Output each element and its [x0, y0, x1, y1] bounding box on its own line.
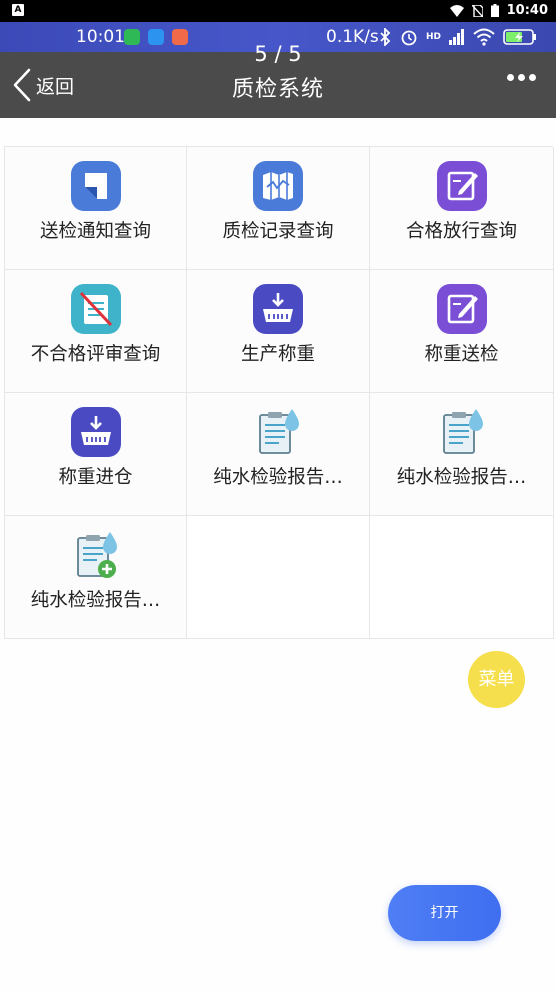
- grid-item-weighing-warehousing[interactable]: 称重进仓: [5, 393, 187, 516]
- clipboard-water-icon: [259, 409, 299, 454]
- grid-item-label: 称重进仓: [58, 467, 133, 488]
- grid-empty-cell: [187, 516, 370, 639]
- grid-item-pure-water-report-add[interactable]: 纯水检验报告…: [5, 516, 187, 639]
- grid-item-pure-water-report-1[interactable]: 纯水检验报告…: [187, 393, 370, 516]
- hd-signal-label: HD: [426, 32, 442, 42]
- grid-item-label: 称重送检: [424, 344, 499, 365]
- grid-item-label: 送检通知查询: [39, 221, 151, 242]
- clipboard-water-icon: [442, 409, 483, 454]
- menu-fab-button[interactable]: 菜单: [468, 651, 525, 708]
- page-title: 质检系统: [231, 77, 324, 102]
- map-icon: [253, 161, 303, 211]
- grid-item-nonconformity-review-query[interactable]: 不合格评审查询: [5, 270, 187, 393]
- os-status-bar: A 10:40: [0, 0, 556, 22]
- scale-download-icon: [253, 284, 303, 334]
- function-grid: 送检通知查询 质检记录查询 合格放行查询 不合格评审查询 生产称重 称重送检 称…: [4, 146, 554, 639]
- grid-item-label: 纯水检验报告…: [396, 467, 527, 488]
- grid-empty-cell: [370, 516, 554, 639]
- os-status-icons: 10:40: [449, 3, 548, 18]
- app-notification-icon: A: [12, 4, 24, 16]
- grid-item-release-query[interactable]: 合格放行查询: [370, 147, 554, 270]
- no-sim-icon: [471, 4, 483, 17]
- clipboard-water-add-icon: [76, 532, 117, 578]
- grid-item-production-weighing[interactable]: 生产称重: [187, 270, 370, 393]
- grid-item-inspection-notice-query[interactable]: 送检通知查询: [5, 147, 187, 270]
- open-button[interactable]: 打开: [388, 885, 501, 941]
- os-clock: 10:40: [506, 3, 548, 18]
- document-cancel-icon: [70, 284, 121, 334]
- grid-item-weighing-inspection[interactable]: 称重送检: [370, 270, 554, 393]
- battery-icon: [490, 4, 499, 17]
- grid-item-label: 纯水检验报告…: [213, 467, 343, 488]
- grid-item-label: 生产称重: [240, 344, 315, 365]
- more-dot-icon: [518, 74, 525, 81]
- grid-item-label: 合格放行查询: [405, 221, 517, 242]
- page-counter: 5 / 5: [254, 42, 302, 66]
- more-dot-icon: [507, 74, 514, 81]
- grid-item-inspection-record-query[interactable]: 质检记录查询: [187, 147, 370, 270]
- edit-icon: [436, 161, 487, 211]
- grid-item-label: 不合格评审查询: [30, 344, 161, 365]
- screen: A 10:40 10:01 0.1K/s HD 5 / 5 返回 质检系统 送检…: [0, 0, 556, 992]
- grid-item-label: 质检记录查询: [222, 221, 334, 242]
- edit-icon: [436, 284, 487, 334]
- wifi-icon: [449, 4, 464, 17]
- scale-download-icon: [70, 407, 121, 457]
- more-options-button[interactable]: [507, 74, 536, 81]
- grid-item-label: 纯水检验报告…: [30, 590, 161, 611]
- title-bar: 5 / 5 返回 质检系统: [0, 42, 556, 118]
- grid-item-pure-water-report-2[interactable]: 纯水检验报告…: [370, 393, 554, 516]
- more-dot-icon: [529, 74, 536, 81]
- document-corner-icon: [70, 161, 121, 211]
